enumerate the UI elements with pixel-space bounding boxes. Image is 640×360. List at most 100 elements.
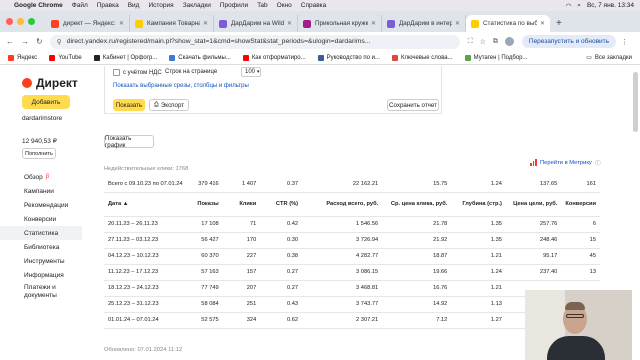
table-cell: 0.27 xyxy=(260,264,303,281)
table-cell: 324 xyxy=(222,312,261,329)
table-cell: 227 xyxy=(222,248,261,265)
zoom-window-button[interactable] xyxy=(28,18,35,25)
table-cell: 57 163 xyxy=(187,264,223,281)
menu-file[interactable]: Файл xyxy=(72,2,88,9)
bookmark-5[interactable]: Руководство по и... xyxy=(317,54,380,61)
table-cell: 01.01.24 – 07.01.24 xyxy=(104,312,188,329)
metrika-link[interactable]: Перейти в Метрику ⓘ xyxy=(530,158,601,167)
sidebar-item-payments[interactable]: Платежи и документы xyxy=(0,282,68,302)
table-cell: 1.21 xyxy=(451,248,506,265)
url-field[interactable]: ⚲ direct.yandex.ru/registered/main.pl?sh… xyxy=(49,34,460,49)
bookmark-2[interactable]: Кабинет | Орфогр... xyxy=(93,54,157,61)
menu-bookmarks[interactable]: Закладки xyxy=(183,2,211,9)
forward-icon[interactable]: → xyxy=(21,37,29,46)
bookmark-6[interactable]: Ключевые слова... xyxy=(391,54,453,61)
table-cell: 248.46 xyxy=(505,232,562,249)
close-tab-icon[interactable]: ✕ xyxy=(455,20,460,27)
tab-1[interactable]: Кампания Товарная (✕ xyxy=(130,15,214,32)
tab-0[interactable]: директ — Яндекс: нашлось✕ xyxy=(46,15,130,32)
close-tab-icon[interactable]: ✕ xyxy=(540,20,545,27)
close-tab-icon[interactable]: ✕ xyxy=(371,20,376,27)
close-tab-icon[interactable]: ✕ xyxy=(203,20,208,27)
close-window-button[interactable] xyxy=(6,18,13,25)
tab-5[interactable]: Статистика по выбр ✕ xyxy=(466,15,550,32)
sidebar-item-info[interactable]: Информация xyxy=(0,268,82,282)
tab-3[interactable]: Прикольная кружка | ✕ xyxy=(298,15,382,32)
menu-window[interactable]: Окно xyxy=(277,2,292,9)
all-bookmarks[interactable]: ▭ Все закладки xyxy=(586,54,632,62)
table-cell: 161 xyxy=(561,176,600,193)
table-cell[interactable]: Клики xyxy=(222,192,261,217)
add-button[interactable]: Добавить xyxy=(22,95,70,109)
minimize-window-button[interactable] xyxy=(17,18,24,25)
table-cell[interactable]: Ср. цена клика, руб. xyxy=(382,192,452,217)
scrollbar-thumb[interactable] xyxy=(633,72,638,132)
extensions-icon[interactable]: ⧉ xyxy=(493,38,498,46)
save-report-button[interactable]: Сохранить отчет xyxy=(387,99,439,111)
table-cell: 3 468.81 xyxy=(302,280,383,297)
table-cell[interactable]: Показы xyxy=(187,192,223,217)
menu-profiles[interactable]: Профили xyxy=(220,2,248,9)
table-row: 04.12.23 – 10.12.23 60 370 227 0.38 4 282.77… xyxy=(104,248,600,265)
direct-logo[interactable]: Директ xyxy=(22,76,78,90)
table-cell: 7.12 xyxy=(382,312,452,329)
presenter-body xyxy=(547,336,605,360)
back-icon[interactable]: ← xyxy=(6,37,14,46)
tab-favicon xyxy=(135,19,143,28)
table-cell: 27.11.23 – 03.12.23 xyxy=(104,232,188,249)
vat-checkbox[interactable]: с учётом НДС xyxy=(113,69,162,76)
translate-icon[interactable]: ⛶ xyxy=(468,38,473,46)
tab-2[interactable]: ДарДарим на Wildberries✕ xyxy=(214,15,298,32)
table-cell[interactable]: CTR (%) xyxy=(260,192,303,217)
restart-update-button[interactable]: Перезапустить и обновить xyxy=(521,35,617,48)
rows-per-page-select[interactable]: 100 ▾ xyxy=(241,67,261,77)
table-cell[interactable]: Конверсии xyxy=(561,192,600,217)
bookmark-star-icon[interactable]: ☆ xyxy=(480,38,486,46)
topup-button[interactable]: Пополнить xyxy=(22,148,56,159)
show-chart-button[interactable]: Показать график xyxy=(104,135,154,149)
profile-avatar[interactable] xyxy=(504,37,514,46)
table-cell: Всего с 09.10.23 по 07.01.24 xyxy=(104,176,188,193)
sidebar-item-recommendations[interactable]: Рекомендации xyxy=(0,198,82,212)
menu-help[interactable]: Справка xyxy=(301,2,327,9)
table-cell[interactable]: Цена цели, руб. xyxy=(505,192,562,217)
tab-4[interactable]: ДарДарим в интернет✕ xyxy=(382,15,466,32)
menu-edit[interactable]: Правка xyxy=(97,2,119,9)
more-icon[interactable]: ⋮ xyxy=(621,38,628,46)
menu-tab[interactable]: Tab xyxy=(257,2,267,9)
site-info-icon[interactable]: ⚲ xyxy=(57,38,62,46)
show-filters-link[interactable]: Показать выбранные срезы, столбцы и филь… xyxy=(113,83,249,89)
new-tab-button[interactable]: + xyxy=(550,18,568,32)
sidebar-item-library[interactable]: Библиотека xyxy=(0,240,82,254)
show-button[interactable]: Показать xyxy=(113,99,145,111)
bookmark-7[interactable]: Мутаген | Подбор... xyxy=(464,54,527,61)
menu-view[interactable]: Вид xyxy=(128,2,140,9)
export-button[interactable]: ⎙ Экспорт xyxy=(149,99,189,111)
sidebar-item-tools[interactable]: Инструменты xyxy=(0,254,82,268)
wifi-icon[interactable]: ◠ xyxy=(566,2,572,10)
sidebar-item-conversions[interactable]: Конверсии xyxy=(0,212,82,226)
table-cell[interactable]: Расход всего, руб. xyxy=(302,192,383,217)
sidebar-item-statistics[interactable]: Статистика xyxy=(0,226,82,240)
bookmark-icon xyxy=(93,54,100,61)
table-cell[interactable]: Глубина (стр.) xyxy=(451,192,506,217)
bookmark-1[interactable]: YouTube xyxy=(49,54,82,61)
scrollbar[interactable] xyxy=(632,66,640,286)
table-cell[interactable]: Дата ▲ xyxy=(104,192,188,217)
table-cell: 58 084 xyxy=(187,296,223,313)
search-icon[interactable]: ⌕ xyxy=(577,2,581,10)
help-icon[interactable]: ⓘ xyxy=(595,158,601,167)
menu-history[interactable]: История xyxy=(148,2,173,9)
sidebar-item-campaigns[interactable]: Кампании xyxy=(0,184,82,198)
menu-app[interactable]: Google Chrome xyxy=(14,2,63,9)
sidebar-item-overview[interactable]: Обзор β xyxy=(0,170,82,184)
close-tab-icon[interactable]: ✕ xyxy=(287,20,292,27)
bookmark-4[interactable]: Как отформатиро... xyxy=(242,54,306,61)
close-tab-icon[interactable]: ✕ xyxy=(119,20,124,27)
account-login[interactable]: dardarimstore xyxy=(22,115,62,122)
reload-icon[interactable]: ↻ xyxy=(36,37,43,46)
bookmark-0[interactable]: Яндекс xyxy=(8,54,37,61)
clock[interactable]: Вс, 7 янв. 13:34 xyxy=(587,2,634,9)
table-cell: 1.24 xyxy=(451,176,506,193)
bookmark-3[interactable]: Скачать фильмы... xyxy=(169,54,231,61)
